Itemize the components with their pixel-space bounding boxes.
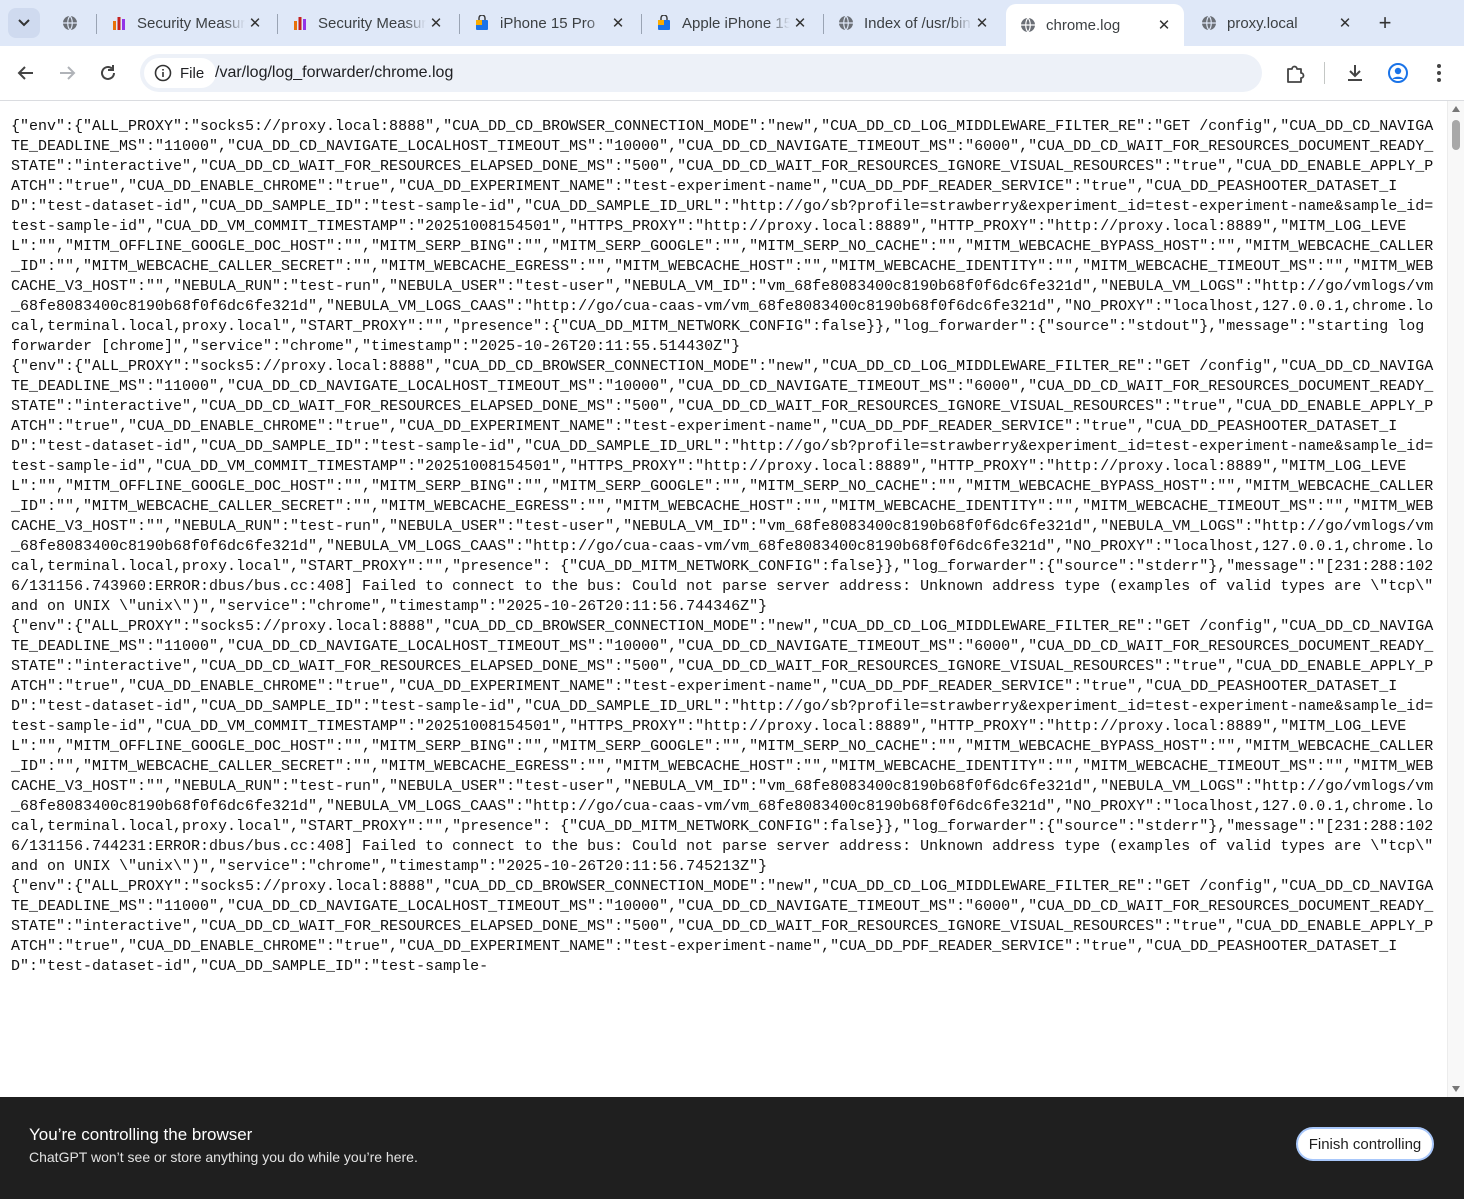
- address-bar[interactable]: File /var/log/log_forwarder/chrome.log: [140, 54, 1262, 92]
- reload-icon: [101, 65, 115, 80]
- scrollbar-thumb[interactable]: [1452, 120, 1460, 150]
- tab-proxy-local[interactable]: proxy.local ✕: [1187, 6, 1365, 40]
- shopping-bag-favicon-icon: [476, 15, 488, 30]
- page-content: {"env":{"ALL_PROXY":"socks5://proxy.loca…: [0, 101, 1447, 1097]
- toolbar-divider: [1324, 62, 1325, 84]
- colored-bars-favicon-icon: [294, 17, 306, 30]
- colored-bars-favicon-icon: [113, 17, 125, 30]
- extensions-button[interactable]: [1281, 59, 1309, 87]
- close-icon[interactable]: ✕: [1335, 13, 1355, 33]
- forward-button[interactable]: [53, 59, 81, 87]
- back-button[interactable]: [12, 59, 40, 87]
- site-info-label: File: [180, 64, 205, 82]
- globe-icon: [63, 15, 77, 31]
- new-tab-button[interactable]: +: [1372, 10, 1398, 36]
- close-icon[interactable]: ✕: [972, 13, 992, 33]
- tab-index-of-usr-bin[interactable]: Index of /usr/bin ✕: [824, 6, 1002, 40]
- tab-strip: Security Measures ✕ Security Measures ✕ …: [0, 0, 1464, 46]
- tab-apple-iphone[interactable]: Apple iPhone 15 ✕: [642, 6, 820, 40]
- reload-button[interactable]: [94, 59, 122, 87]
- close-icon[interactable]: ✕: [608, 13, 628, 33]
- scroll-down-arrow-icon[interactable]: [1452, 1086, 1460, 1092]
- shopping-bag-favicon-icon: [658, 15, 670, 30]
- close-icon[interactable]: ✕: [245, 13, 265, 33]
- close-icon[interactable]: ✕: [1154, 15, 1174, 35]
- arrow-left-icon: [17, 66, 33, 80]
- plus-icon: +: [1378, 10, 1392, 35]
- tab-search-button[interactable]: [8, 8, 40, 38]
- tab-title: iPhone 15 Pro: [500, 14, 596, 32]
- puzzle-piece-icon: [1287, 65, 1305, 83]
- banner-title: You’re controlling the browser: [29, 1125, 253, 1144]
- log-line: {"env":{"ALL_PROXY":"socks5://proxy.loca…: [11, 118, 1434, 355]
- arrow-right-icon: [60, 66, 76, 80]
- scroll-up-arrow-icon[interactable]: [1452, 106, 1460, 112]
- tab-security-measures-1[interactable]: Security Measures ✕: [97, 6, 275, 40]
- log-line: {"env":{"ALL_PROXY":"socks5://proxy.loca…: [11, 618, 1443, 875]
- tab-pinned-globe[interactable]: [48, 6, 92, 40]
- more-vertical-icon: [1437, 64, 1441, 82]
- globe-icon: [839, 15, 853, 31]
- tab-title: Apple iPhone 15: [682, 14, 790, 32]
- vertical-scrollbar[interactable]: [1447, 101, 1464, 1097]
- site-info-chip[interactable]: File: [144, 58, 217, 88]
- close-icon[interactable]: ✕: [790, 13, 810, 33]
- log-text: {"env":{"ALL_PROXY":"socks5://proxy.loca…: [0, 101, 1437, 977]
- tab-title: chrome.log: [1046, 16, 1121, 34]
- tab-title: Security Measures: [318, 14, 426, 32]
- banner-subtitle: ChatGPT won’t see or store anything you …: [29, 1149, 418, 1165]
- tab-title: proxy.local: [1227, 14, 1298, 32]
- menu-button[interactable]: [1425, 59, 1453, 87]
- finish-controlling-button[interactable]: Finish controlling: [1296, 1127, 1434, 1161]
- tab-title: Index of /usr/bin: [864, 14, 971, 32]
- url-text[interactable]: /var/log/log_forwarder/chrome.log: [215, 64, 453, 82]
- tab-security-measures-2[interactable]: Security Measures ✕: [278, 6, 456, 40]
- globe-icon: [1021, 17, 1035, 33]
- tab-chrome-log-active[interactable]: chrome.log ✕: [1006, 4, 1184, 46]
- chevron-down-icon: [18, 19, 30, 27]
- download-icon: [1348, 65, 1362, 81]
- browser-toolbar: File /var/log/log_forwarder/chrome.log: [0, 46, 1464, 101]
- log-line: {"env":{"ALL_PROXY":"socks5://proxy.loca…: [11, 358, 1443, 615]
- log-line: {"env":{"ALL_PROXY":"socks5://proxy.loca…: [11, 878, 1434, 975]
- downloads-button[interactable]: [1341, 59, 1369, 87]
- globe-icon: [1202, 15, 1216, 31]
- avatar-icon: [1388, 63, 1408, 83]
- profile-button[interactable]: [1384, 59, 1412, 87]
- info-icon: [154, 64, 172, 82]
- tab-iphone-15-pro[interactable]: iPhone 15 Pro ✕: [460, 6, 638, 40]
- close-icon[interactable]: ✕: [426, 13, 446, 33]
- control-banner: You’re controlling the browser ChatGPT w…: [0, 1097, 1464, 1199]
- tab-title: Security Measures: [137, 14, 245, 32]
